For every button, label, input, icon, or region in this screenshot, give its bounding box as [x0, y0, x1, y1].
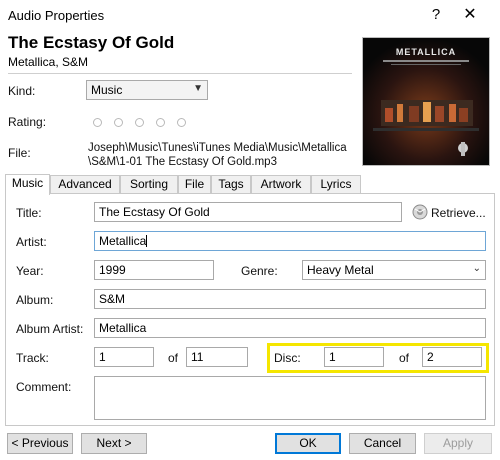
- tab-file[interactable]: File: [178, 175, 211, 194]
- rating-dot[interactable]: [156, 118, 165, 127]
- album-artwork: METALLICA: [362, 37, 490, 166]
- track-total-field[interactable]: 11: [186, 347, 248, 367]
- tab-lyrics[interactable]: Lyrics: [311, 175, 361, 194]
- help-button[interactable]: ?: [425, 4, 447, 26]
- year-field[interactable]: 1999: [94, 260, 214, 280]
- retrieve-button[interactable]: Retrieve...: [431, 206, 486, 220]
- next-button[interactable]: Next >: [81, 433, 147, 454]
- tab-sorting[interactable]: Sorting: [120, 175, 178, 194]
- tab-tags[interactable]: Tags: [211, 175, 251, 194]
- tab-advanced[interactable]: Advanced: [50, 175, 120, 194]
- album-artist-label: Album Artist:: [16, 322, 84, 336]
- artist-value: Metallica: [99, 234, 147, 248]
- previous-button[interactable]: < Previous: [7, 433, 73, 454]
- track-number-field[interactable]: 1: [94, 347, 154, 367]
- rating-dot[interactable]: [177, 118, 186, 127]
- retrieve-icon[interactable]: [412, 204, 428, 220]
- window-title: Audio Properties: [8, 8, 105, 23]
- album-field[interactable]: S&M: [94, 289, 486, 309]
- rating-dot[interactable]: [135, 118, 144, 127]
- kind-select[interactable]: Music ▼: [86, 80, 208, 100]
- song-title: The Ecstasy Of Gold: [8, 33, 175, 52]
- genre-value: Heavy Metal: [307, 263, 374, 277]
- divider: [8, 73, 352, 74]
- disc-label: Disc:: [274, 351, 301, 365]
- close-button[interactable]: ✕: [458, 4, 482, 26]
- genre-select[interactable]: Heavy Metal ⌄: [302, 260, 486, 280]
- disc-number-field[interactable]: 1: [324, 347, 384, 367]
- tab-strip: Music Advanced Sorting File Tags Artwork…: [5, 174, 495, 195]
- title-field[interactable]: The Ecstasy Of Gold: [94, 202, 402, 222]
- track-label: Track:: [16, 351, 49, 365]
- genre-label: Genre:: [241, 264, 278, 278]
- ok-button[interactable]: OK: [275, 433, 341, 454]
- track-of-label: of: [168, 351, 179, 365]
- rating-dot[interactable]: [93, 118, 102, 127]
- rating-stars[interactable]: [93, 116, 198, 130]
- comment-label: Comment:: [16, 380, 72, 394]
- kind-label: Kind:: [8, 84, 36, 98]
- cancel-button[interactable]: Cancel: [349, 433, 416, 454]
- artist-label: Artist:: [16, 235, 47, 249]
- album-artist-field[interactable]: Metallica: [94, 318, 486, 338]
- tab-artwork[interactable]: Artwork: [251, 175, 311, 194]
- disc-total-field[interactable]: 2: [422, 347, 482, 367]
- song-subtitle: Metallica, S&M: [8, 55, 89, 69]
- chevron-down-icon: ▼: [193, 83, 203, 94]
- file-label: File:: [8, 146, 31, 160]
- artwork-logo: METALLICA: [396, 47, 456, 57]
- chevron-down-icon: ⌄: [472, 263, 481, 274]
- year-label: Year:: [16, 264, 44, 278]
- disc-of-label: of: [399, 351, 410, 365]
- text-caret: [146, 235, 148, 247]
- tab-music[interactable]: Music: [5, 174, 50, 195]
- comment-field[interactable]: [94, 376, 486, 420]
- rating-dot[interactable]: [114, 118, 123, 127]
- album-label: Album:: [16, 293, 54, 307]
- rating-label: Rating:: [8, 115, 47, 129]
- artist-field[interactable]: Metallica: [94, 231, 486, 251]
- kind-value: Music: [91, 83, 123, 97]
- file-path: Joseph\Music\Tunes\iTunes Media\Music\Me…: [88, 142, 347, 168]
- title-label: Title:: [16, 206, 42, 220]
- apply-button[interactable]: Apply: [424, 433, 492, 454]
